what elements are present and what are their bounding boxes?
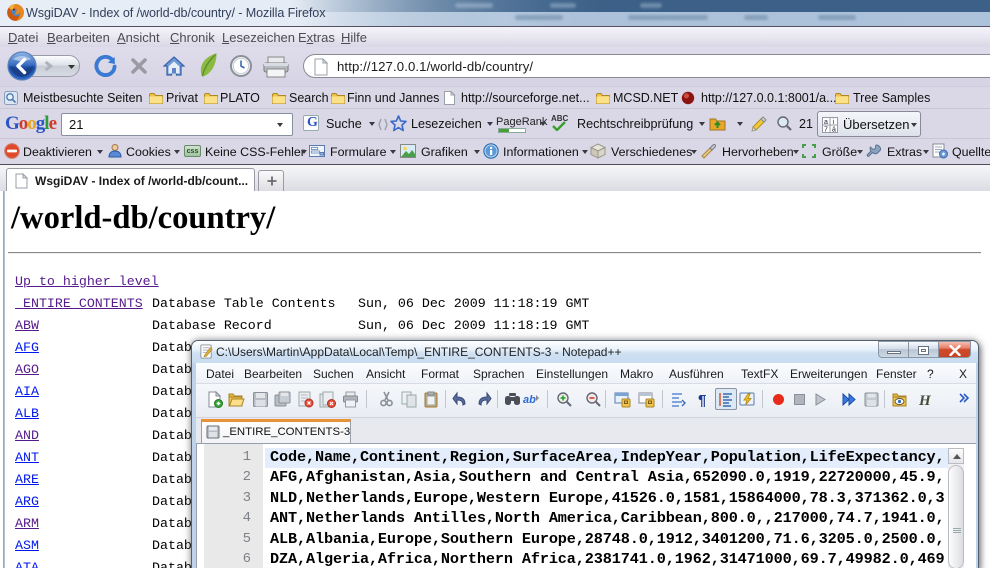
svg-text:ä: ä (832, 127, 836, 134)
svg-text:H: H (918, 393, 932, 408)
svg-text:7: 7 (824, 127, 828, 134)
svg-text:a: a (824, 119, 828, 126)
svg-text:¶: ¶ (698, 392, 706, 408)
svg-text:ab: ab (523, 394, 536, 406)
